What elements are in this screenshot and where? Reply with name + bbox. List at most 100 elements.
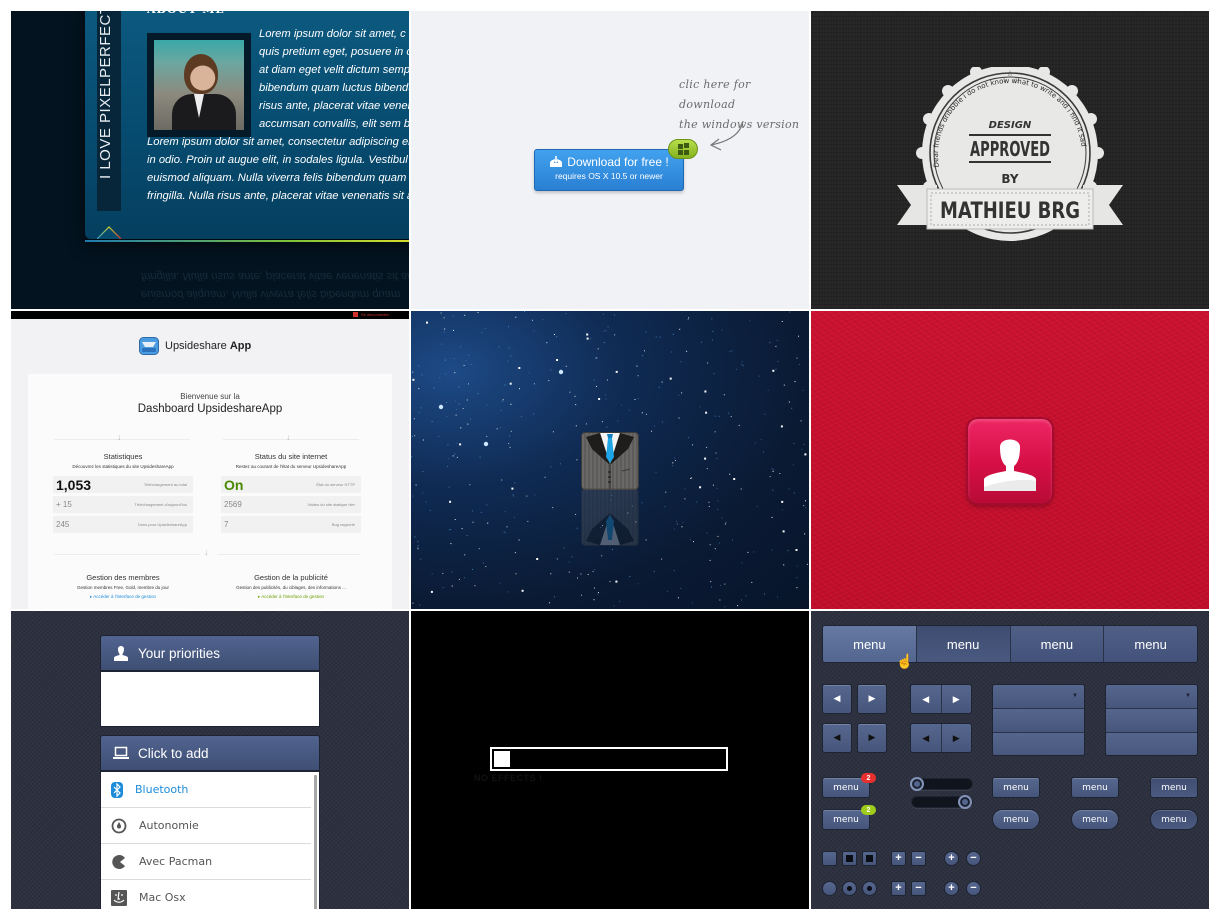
seg-next-button-dark[interactable]: ▶ xyxy=(940,724,971,752)
star xyxy=(736,368,737,370)
prev-button-dark[interactable]: ◀ xyxy=(822,723,852,753)
dropdown-2[interactable]: ▼ xyxy=(1105,684,1198,756)
star xyxy=(453,358,455,360)
tray-logo-icon xyxy=(139,337,159,355)
pill-button[interactable]: menu xyxy=(992,809,1040,830)
welcome-text: Bienvenue sur la xyxy=(180,392,240,401)
star xyxy=(794,381,796,383)
minus-circle-icon[interactable]: − xyxy=(966,881,981,896)
menu-tab-4[interactable]: menu xyxy=(1103,626,1197,662)
slider-1-knob[interactable] xyxy=(910,777,924,791)
star xyxy=(412,602,414,604)
seg-prev-button[interactable]: ◀ xyxy=(911,685,941,713)
star xyxy=(577,577,578,579)
slider-2[interactable] xyxy=(911,795,973,809)
star xyxy=(447,458,449,460)
plus-icon[interactable]: + xyxy=(891,851,906,866)
minus-circle-icon[interactable]: − xyxy=(966,851,981,866)
seg-prev-button-dark[interactable]: ◀ xyxy=(911,724,941,752)
checkbox-checked[interactable] xyxy=(842,851,857,866)
minus-icon[interactable]: − xyxy=(911,881,926,896)
menu-tab-3[interactable]: menu xyxy=(1009,626,1104,662)
star xyxy=(637,375,639,377)
seg-next-button[interactable]: ▶ xyxy=(940,685,971,713)
dropdown-1[interactable]: ▼ xyxy=(992,684,1085,756)
menu-button-hover[interactable]: menu xyxy=(1071,777,1119,798)
ads-link[interactable]: ▸ Accéder à l'interface de gestion xyxy=(221,594,361,600)
badge-banner: MATHIEU BRG xyxy=(897,185,1123,230)
star xyxy=(510,355,512,357)
star xyxy=(661,421,663,423)
menu-button-pressed[interactable]: menu xyxy=(1150,777,1198,798)
plus-icon[interactable]: + xyxy=(891,881,906,896)
plus-circle-icon[interactable]: + xyxy=(944,851,959,866)
caret-down-icon: ▼ xyxy=(1072,693,1078,699)
star xyxy=(672,465,674,467)
pill-button-hover[interactable]: menu xyxy=(1071,809,1119,830)
radio-checked[interactable] xyxy=(842,881,857,896)
star xyxy=(586,337,589,340)
slider-2-knob[interactable] xyxy=(958,795,972,809)
star xyxy=(629,576,631,578)
slider-1[interactable] xyxy=(910,777,973,791)
members-link[interactable]: ▸ Accéder à l'interface de gestion xyxy=(53,594,193,600)
star xyxy=(413,418,415,420)
star xyxy=(781,500,784,503)
star xyxy=(714,431,716,433)
priorities-dropzone[interactable] xyxy=(100,671,320,727)
next-button[interactable]: ▶ xyxy=(857,684,887,714)
star xyxy=(771,516,773,518)
star xyxy=(796,357,798,359)
pill-button-pressed[interactable]: menu xyxy=(1150,809,1198,830)
windows-version-button[interactable] xyxy=(668,139,698,159)
star xyxy=(741,562,743,564)
star xyxy=(704,457,707,460)
star xyxy=(421,374,423,376)
star xyxy=(791,407,793,409)
star xyxy=(605,398,607,400)
star xyxy=(480,511,482,513)
star xyxy=(788,488,790,490)
star xyxy=(458,403,460,405)
menu-tab-2[interactable]: menu xyxy=(915,626,1010,662)
list-item-bluetooth[interactable]: Bluetooth xyxy=(101,772,311,808)
logout-icon xyxy=(352,312,358,317)
radio-unchecked[interactable] xyxy=(822,881,837,896)
star xyxy=(422,471,424,472)
star xyxy=(706,532,708,534)
app-logo: Upsideshare App xyxy=(139,337,251,355)
prev-button[interactable]: ◀ xyxy=(822,684,852,714)
download-button[interactable]: Download for free ! requires OS X 10.5 o… xyxy=(534,149,684,191)
star xyxy=(472,568,473,570)
star xyxy=(805,500,806,502)
star xyxy=(596,357,598,359)
star xyxy=(463,364,465,366)
next-button-dark[interactable]: ▶ xyxy=(857,723,887,753)
checkbox-checked-pressed[interactable] xyxy=(862,851,877,866)
star xyxy=(637,583,639,585)
scrollbar[interactable] xyxy=(314,775,317,909)
plus-circle-icon[interactable]: + xyxy=(944,881,959,896)
star xyxy=(615,580,618,583)
star xyxy=(528,372,530,374)
star xyxy=(433,387,435,389)
star xyxy=(745,595,747,597)
checkbox-unchecked[interactable] xyxy=(822,851,837,866)
star xyxy=(724,606,726,608)
list-item-pacman[interactable]: Avec Pacman xyxy=(101,844,311,880)
star xyxy=(468,383,469,385)
list-item-macosx[interactable]: Mac Osx xyxy=(101,880,311,909)
menu-button[interactable]: menu xyxy=(992,777,1040,798)
star xyxy=(472,521,474,523)
star xyxy=(453,329,454,331)
minus-icon[interactable]: − xyxy=(911,851,926,866)
star xyxy=(554,596,555,598)
radio-checked-pressed[interactable] xyxy=(862,881,877,896)
star xyxy=(712,330,714,332)
star xyxy=(417,546,419,548)
star xyxy=(669,377,672,380)
star xyxy=(696,501,698,503)
star xyxy=(796,565,798,567)
logout-link[interactable]: Se déconnecter xyxy=(352,312,389,317)
list-item-autonomie[interactable]: Autonomie xyxy=(101,808,311,844)
